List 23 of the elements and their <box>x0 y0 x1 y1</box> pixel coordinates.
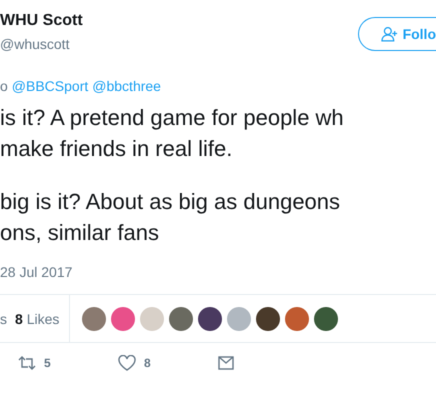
follow-button[interactable]: Follo <box>358 17 436 51</box>
tweet-text: make friends in real life. <box>0 135 234 163</box>
retweet-icon[interactable] <box>18 355 36 371</box>
action-count: 8 <box>144 356 151 370</box>
tweet-date: 28 Jul 2017 <box>0 264 74 280</box>
mention-link[interactable]: @bbcthree <box>92 78 161 94</box>
action-count: 5 <box>44 356 51 370</box>
mention-link[interactable]: @BBCSport <box>12 78 88 94</box>
tweet-text: is it? A pretend game for people wh <box>0 104 345 132</box>
author-name[interactable]: WHU Scott <box>0 12 83 30</box>
tweet-text: big is it? About as big as dungeons <box>0 188 342 216</box>
retweets-label[interactable]: s <box>0 310 7 326</box>
likes-stat[interactable]: 8 Likes <box>15 310 60 326</box>
tweet-text: ons, similar fans <box>0 219 160 247</box>
envelope-icon[interactable] <box>218 356 234 370</box>
avatar[interactable] <box>314 306 338 330</box>
replying-to-text: o <box>0 78 8 94</box>
avatar[interactable] <box>198 306 222 330</box>
author-handle: @whuscott <box>0 36 70 52</box>
avatar[interactable] <box>256 306 280 330</box>
add-person-icon <box>381 26 399 42</box>
heart-icon[interactable] <box>118 355 136 371</box>
avatar[interactable] <box>169 306 194 330</box>
